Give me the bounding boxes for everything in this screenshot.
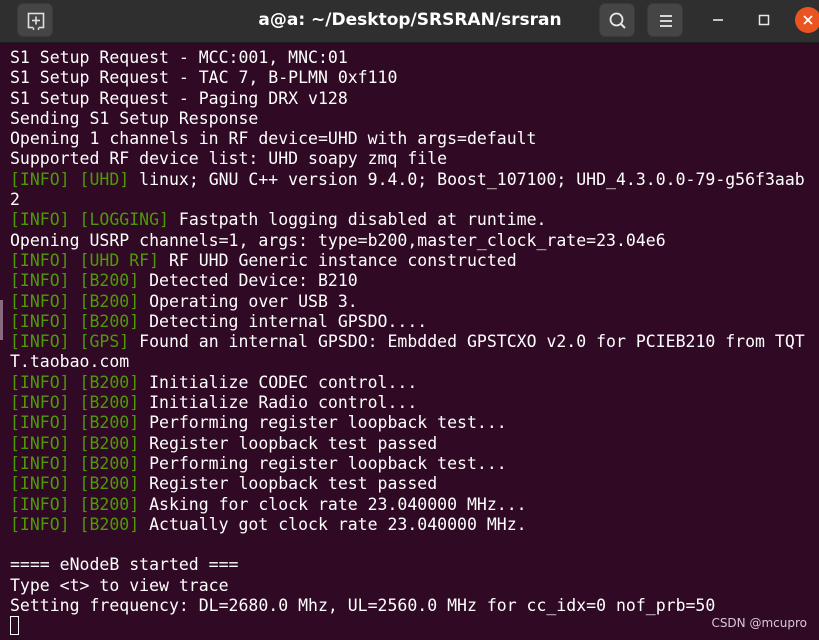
log-text: Found an internal GPSDO: Embdded GPSTCXO… [129, 332, 805, 352]
terminal-line: [INFO] [B200] Detecting internal GPSDO..… [10, 312, 819, 332]
log-text: 2 [10, 190, 20, 210]
terminal-line: [INFO] [UHD RF] RF UHD Generic instance … [10, 251, 819, 271]
log-text: ==== eNodeB started === [10, 555, 239, 575]
terminal-line: S1 Setup Request - MCC:001, MNC:01 [10, 48, 819, 68]
maximize-icon [758, 14, 770, 26]
new-tab-icon [27, 12, 45, 30]
terminal-line: [INFO] [B200] Performing register loopba… [10, 454, 819, 474]
minimize-button[interactable] [705, 7, 731, 33]
minimize-icon [713, 19, 723, 21]
title-bar: a@a: ~/Desktop/SRSRAN/srsran [0, 0, 819, 43]
terminal-line: S1 Setup Request - Paging DRX v128 [10, 89, 819, 109]
log-tag: [INFO] [UHD] [10, 169, 130, 189]
log-text: Performing register loopback test... [139, 453, 507, 473]
log-text: Fastpath logging disabled at runtime. [168, 210, 547, 230]
log-tag: [INFO] [B200] [10, 474, 140, 494]
log-text: Sending S1 Setup Response [10, 108, 259, 128]
log-text: Setting frequency: DL=2680.0 Mhz, UL=256… [10, 596, 716, 616]
terminal-line: [INFO] [B200] Actually got clock rate 23… [10, 515, 819, 535]
window-title: a@a: ~/Desktop/SRSRAN/srsran [258, 10, 562, 30]
log-text: Initialize Radio control... [139, 393, 418, 413]
terminal-line: Supported RF device list: UHD soapy zmq … [10, 149, 819, 169]
close-icon [803, 15, 813, 25]
log-text: Actually got clock rate 23.040000 MHz. [139, 514, 527, 534]
terminal-line: Sending S1 Setup Response [10, 109, 819, 129]
log-text: Initialize CODEC control... [139, 372, 418, 392]
log-text: Opening USRP channels=1, args: type=b200… [10, 230, 666, 250]
log-text: Type <t> to view trace [10, 575, 229, 595]
log-tag: [INFO] [UHD RF] [10, 250, 160, 270]
terminal-line: T.taobao.com [10, 352, 819, 372]
terminal-line: [INFO] [B200] Asking for clock rate 23.0… [10, 495, 819, 515]
terminal-line: [INFO] [B200] Performing register loopba… [10, 413, 819, 433]
new-tab-button[interactable] [17, 3, 53, 37]
log-tag: [INFO] [B200] [10, 453, 140, 473]
log-text: Asking for clock rate 23.040000 MHz... [139, 494, 527, 514]
search-button[interactable] [599, 3, 635, 37]
log-tag: [INFO] [B200] [10, 271, 140, 291]
log-text: S1 Setup Request - TAC 7, B-PLMN 0xf110 [10, 68, 398, 88]
log-tag: [INFO] [GPS] [10, 332, 130, 352]
log-text: RF UHD Generic instance constructed [159, 250, 517, 270]
terminal-line: [INFO] [B200] Register loopback test pas… [10, 434, 819, 454]
log-text: Register loopback test passed [139, 474, 438, 494]
prompt-line [10, 616, 819, 636]
log-text: Detecting internal GPSDO.... [139, 311, 428, 331]
log-tag: [INFO] [B200] [10, 433, 140, 453]
terminal-line: [INFO] [B200] Initialize Radio control..… [10, 393, 819, 413]
terminal-line: 2 [10, 190, 819, 210]
terminal-line: [INFO] [B200] Detected Device: B210 [10, 271, 819, 291]
watermark: CSDN @mcupro [711, 616, 807, 630]
log-tag: [INFO] [B200] [10, 311, 140, 331]
log-tag: [INFO] [B200] [10, 291, 140, 311]
terminal-line: [INFO] [UHD] linux; GNU C++ version 9.4.… [10, 170, 819, 190]
close-button[interactable] [795, 7, 819, 33]
log-text: Register loopback test passed [139, 433, 438, 453]
terminal-line: Opening 1 channels in RF device=UHD with… [10, 129, 819, 149]
terminal-line: [INFO] [B200] Initialize CODEC control..… [10, 373, 819, 393]
terminal-output[interactable]: S1 Setup Request - MCC:001, MNC:01 S1 Set… [0, 48, 819, 640]
log-text: S1 Setup Request - MCC:001, MNC:01 [10, 48, 348, 67]
text-cursor [10, 616, 19, 636]
log-text: linux; GNU C++ version 9.4.0; Boost_1071… [129, 169, 805, 189]
terminal-line: Setting frequency: DL=2680.0 Mhz, UL=256… [10, 596, 819, 616]
terminal-line: [INFO] [LOGGING] Fastpath logging disabl… [10, 210, 819, 230]
terminal-line: S1 Setup Request - TAC 7, B-PLMN 0xf110 [10, 68, 819, 88]
log-text: Opening 1 channels in RF device=UHD with… [10, 129, 537, 149]
log-text: Supported RF device list: UHD soapy zmq … [10, 149, 448, 169]
log-text: Performing register loopback test... [139, 413, 507, 433]
search-icon [609, 12, 626, 29]
log-tag: [INFO] [B200] [10, 514, 140, 534]
log-tag: [INFO] [B200] [10, 494, 140, 514]
terminal-line: [INFO] [B200] Register loopback test pas… [10, 474, 819, 494]
terminal-line: [INFO] [B200] Operating over USB 3. [10, 292, 819, 312]
log-text: Detected Device: B210 [139, 271, 358, 291]
log-text: S1 Setup Request - Paging DRX v128 [10, 88, 348, 108]
menu-button[interactable] [647, 3, 683, 37]
log-tag: [INFO] [LOGGING] [10, 210, 169, 230]
log-tag: [INFO] [B200] [10, 372, 140, 392]
maximize-button[interactable] [751, 7, 777, 33]
scroll-edge-indicator [0, 300, 3, 340]
terminal-line: ==== eNodeB started === [10, 555, 819, 575]
terminal-line: Opening USRP channels=1, args: type=b200… [10, 231, 819, 251]
log-text: T.taobao.com [10, 352, 130, 372]
terminal-line: [INFO] [GPS] Found an internal GPSDO: Em… [10, 332, 819, 352]
log-tag: [INFO] [B200] [10, 393, 140, 413]
log-tag: [INFO] [B200] [10, 413, 140, 433]
terminal-line: Type <t> to view trace [10, 576, 819, 596]
log-text: Operating over USB 3. [139, 291, 358, 311]
hamburger-menu-icon [660, 15, 672, 27]
terminal-window: a@a: ~/Desktop/SRSRAN/srsran S1 Setup Re… [0, 0, 819, 640]
